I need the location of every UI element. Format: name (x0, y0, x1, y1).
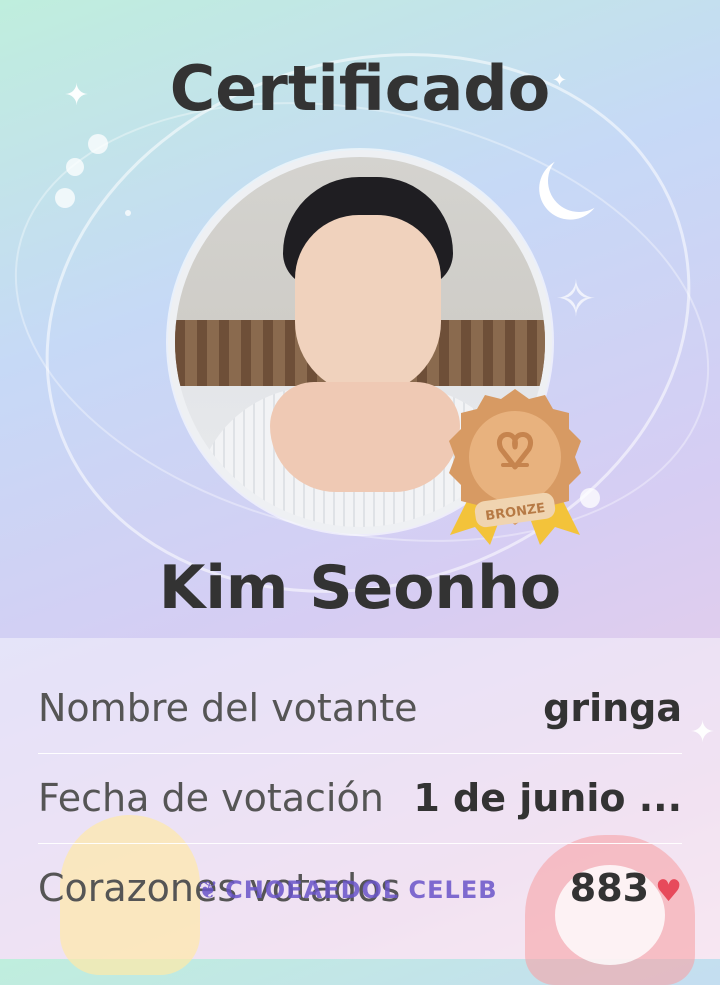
vote-date-row: Fecha de votación 1 de junio ... (38, 753, 682, 843)
brand-watermark: ❦ CHOEAEDOL CELEB (198, 870, 498, 910)
brand-name: CHOEAEDOL CELEB (225, 876, 498, 904)
heart-icon: ♥ (655, 874, 682, 909)
vote-date-value: 1 de junio ... (413, 776, 682, 820)
vote-date-label: Fecha de votación (38, 776, 384, 820)
brand-logo-icon: ❦ (198, 876, 220, 904)
voter-name-row: Nombre del votante gringa (38, 663, 682, 753)
sparkle-icon: ✧ (555, 270, 597, 328)
voter-name-label: Nombre del votante (38, 686, 418, 730)
hearts-value-group: 883 ♥ (570, 866, 682, 910)
decor-dot (125, 210, 131, 216)
celebrity-name: Kim Seonho (158, 553, 562, 623)
decor-dot (55, 188, 75, 208)
decor-dot (88, 134, 108, 154)
bronze-medal-icon: BRONZE (449, 389, 581, 545)
voter-name-value: gringa (543, 686, 682, 730)
certificate-title: Certificado (169, 52, 551, 125)
hearts-value: 883 (569, 866, 650, 910)
decor-dot (66, 158, 84, 176)
